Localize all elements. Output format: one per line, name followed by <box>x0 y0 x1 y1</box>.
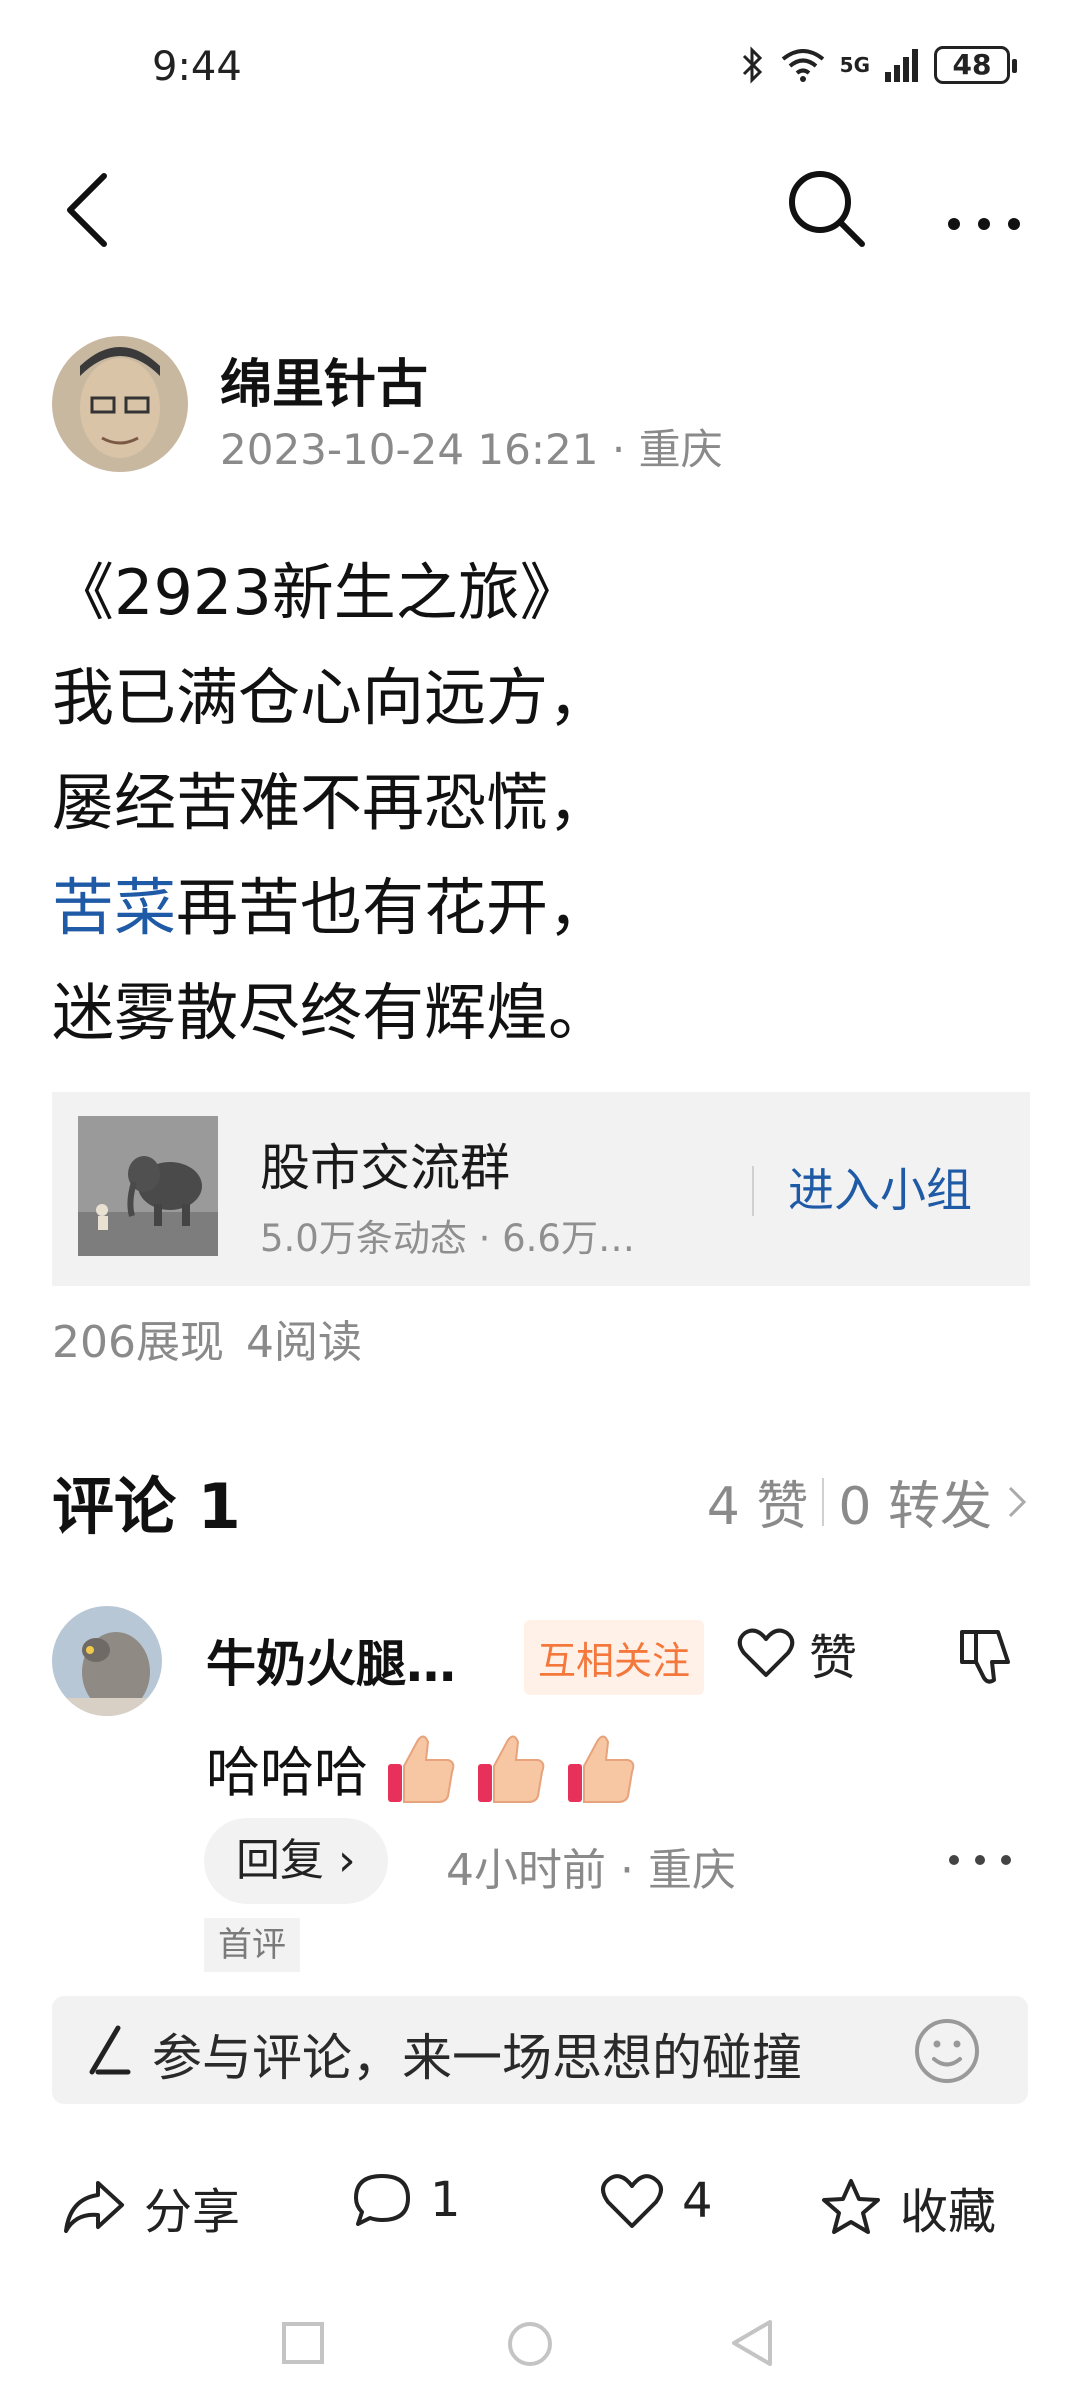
more-icon <box>949 1855 1011 1865</box>
comments-title: 评论 1 <box>52 1470 241 1543</box>
star-icon <box>822 2179 880 2234</box>
battery-icon: 48 <box>934 46 1017 84</box>
group-thumbnail <box>78 1116 218 1256</box>
comment-text: 哈哈哈 <box>206 1728 638 1807</box>
divider <box>752 1166 754 1216</box>
battery-level: 48 <box>952 48 992 81</box>
comment-count: 1 <box>430 2172 461 2228</box>
status-time: 9:44 <box>152 44 242 90</box>
pen-icon <box>89 2025 131 2075</box>
group-stats: 5.0万条动态 · 6.6万… <box>260 1217 635 1260</box>
status-bar: 9:44 5G 48 <box>0 0 1080 140</box>
post-meta: 2023-10-24 16:21 · 重庆 <box>220 416 723 477</box>
commenter-name[interactable]: 牛奶火腿… <box>206 1624 456 1696</box>
comment-icon <box>354 2174 410 2226</box>
comment-input[interactable]: 参与评论，来一场思想的碰撞 <box>52 1996 1028 2104</box>
post-line-text: 再苦也有花开， <box>176 871 611 944</box>
author-name[interactable]: 绵里针古 <box>220 342 428 417</box>
elephant-image <box>78 1116 218 1256</box>
home-icon[interactable] <box>506 2320 554 2368</box>
divider <box>822 1477 825 1526</box>
likes-summary: 4 赞 <box>706 1477 809 1537</box>
like-count: 4 <box>682 2173 713 2229</box>
comment-button[interactable]: 1 <box>352 2172 461 2228</box>
favorite-label: 收藏 <box>900 2184 997 2240</box>
comment-meta: 4小时前 · 重庆 <box>446 1845 736 1896</box>
thumbs-down-icon <box>960 1630 1010 1684</box>
post-stats: 206展现 4阅读 <box>52 1306 362 1370</box>
join-group-button[interactable]: 进入小组 <box>788 1154 972 1220</box>
commenter-avatar[interactable] <box>52 1606 162 1716</box>
heart-icon <box>601 2174 663 2228</box>
reply-button[interactable]: 回复 › <box>204 1818 388 1904</box>
back-button[interactable] <box>52 162 132 252</box>
more-button[interactable] <box>940 162 1030 252</box>
author-avatar-image <box>52 336 188 472</box>
comment-input-placeholder: 参与评论，来一场思想的碰撞 <box>152 2029 802 2087</box>
search-button[interactable] <box>780 162 870 252</box>
system-nav-bar <box>0 2290 1080 2400</box>
post-body: 《2923新生之旅》 我已满仓心向远方， 屡经苦难不再恐慌， 苦菜再苦也有花开，… <box>52 540 1032 1065</box>
post-line: 我已满仓心向远方， <box>52 661 611 734</box>
share-button[interactable]: 分享 <box>62 2172 240 2242</box>
like-button[interactable]: 4 <box>600 2172 713 2230</box>
top-nav <box>0 140 1080 270</box>
first-comment-tag: 首评 <box>204 1918 300 1972</box>
share-label: 分享 <box>144 2184 241 2240</box>
back-arrow-icon <box>67 173 107 247</box>
comments-header: 评论 1 4 赞 0 转发 <box>52 1450 1028 1543</box>
status-icons: 5G 48 <box>740 46 1017 84</box>
reads-count: 4阅读 <box>245 1317 362 1368</box>
meta-separator: · <box>611 425 626 474</box>
like-label: 赞 <box>809 1630 858 1686</box>
post-line: 迷雾散尽终有辉煌。 <box>52 976 611 1049</box>
search-icon <box>789 171 865 247</box>
signal-icon <box>885 49 918 82</box>
group-card[interactable]: 股市交流群 5.0万条动态 · 6.6万… 进入小组 <box>52 1092 1030 1286</box>
comment-item: 牛奶火腿… 互相关注 赞 哈哈哈 回复 › 4小时前 · 重庆 首评 <box>52 1600 1028 1980</box>
post-location: 重庆 <box>638 425 723 474</box>
bluetooth-icon <box>742 46 762 84</box>
comment-body: 哈哈哈 <box>206 1741 368 1804</box>
topic-link[interactable]: 苦菜 <box>52 871 176 944</box>
engagement-summary[interactable]: 4 赞 0 转发 <box>707 1464 1028 1539</box>
comment-like-button[interactable]: 赞 <box>737 1618 857 1688</box>
more-icon <box>948 218 1020 230</box>
thumbs-up-emoji-icon <box>568 1735 635 1803</box>
favorite-button[interactable]: 收藏 <box>820 2172 996 2242</box>
thumbs-up-emoji-icon <box>478 1735 545 1803</box>
commenter-avatar-image <box>52 1606 162 1716</box>
thumbs-up-emoji-icon <box>388 1735 455 1803</box>
emoji-icon[interactable] <box>912 2016 982 2086</box>
group-name: 股市交流群 <box>260 1139 510 1197</box>
post-title-line: 《2923新生之旅》 <box>52 556 582 629</box>
mutual-follow-badge: 互相关注 <box>524 1620 705 1695</box>
comment-more-button[interactable] <box>940 1830 1020 1890</box>
post-line: 屡经苦难不再恐慌， <box>52 766 611 839</box>
network-type: 5G <box>839 53 870 77</box>
back-nav-icon[interactable] <box>728 2318 776 2368</box>
post-line: 苦菜再苦也有花开， <box>52 855 1032 960</box>
impressions-count: 206展现 <box>52 1317 224 1368</box>
author-avatar[interactable] <box>52 336 188 472</box>
chevron-right-icon <box>1008 1486 1027 1517</box>
bottom-action-bar: 分享 1 4 收藏 <box>0 2150 1080 2260</box>
dislike-button[interactable] <box>952 1622 1022 1692</box>
share-icon <box>64 2181 124 2233</box>
post-date: 2023-10-24 16:21 <box>220 425 599 474</box>
shares-summary: 0 转发 <box>838 1477 992 1537</box>
author-header: 绵里针古 2023-10-24 16:21 · 重庆 <box>52 336 1028 476</box>
heart-icon <box>737 1628 795 1677</box>
recent-apps-icon[interactable] <box>280 2320 326 2366</box>
wifi-icon <box>781 49 824 82</box>
